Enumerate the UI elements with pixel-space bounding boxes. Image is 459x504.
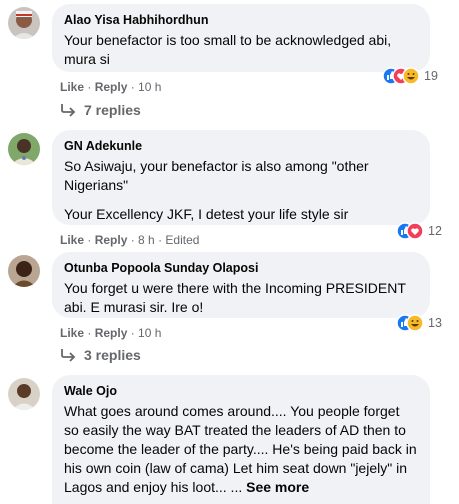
like-link[interactable]: Like — [60, 80, 84, 94]
view-replies-button[interactable]: 7 replies — [60, 102, 141, 118]
comment-text: Your benefactor is too small to be ackno… — [64, 32, 392, 67]
comment-author[interactable]: GN Adekunle — [64, 138, 418, 154]
comment-body: What goes around comes around.... You pe… — [64, 403, 417, 495]
timestamp[interactable]: 8 h — [138, 233, 155, 247]
avatar[interactable] — [8, 7, 40, 39]
edited-label[interactable]: Edited — [165, 233, 199, 247]
reply-arrow-icon — [61, 104, 76, 117]
reply-link[interactable]: Reply — [95, 233, 128, 247]
timestamp[interactable]: 10 h — [138, 80, 161, 94]
reply-arrow-icon — [61, 349, 76, 362]
avatar[interactable] — [8, 378, 40, 410]
comment-text: So Asiwaju, your benefactor is also amon… — [64, 158, 369, 193]
comment-bubble: Otunba Popoola Sunday Olaposi You forget… — [52, 252, 430, 318]
see-more-link[interactable]: See more — [246, 479, 309, 495]
timestamp[interactable]: 10 h — [138, 326, 161, 340]
reaction-count[interactable]: 12 — [396, 222, 442, 240]
reaction-icons — [396, 314, 424, 332]
reply-link[interactable]: Reply — [95, 326, 128, 340]
comment-bubble: Alao Yisa Habhihordhun Your benefactor i… — [52, 4, 430, 72]
view-replies-button[interactable]: 3 replies — [60, 347, 141, 363]
like-link[interactable]: Like — [60, 326, 84, 340]
comment-actions: Like · Reply · 8 h · Edited — [60, 233, 200, 247]
comment-text-paragraph: Your Excellency JKF, I detest your life … — [64, 206, 349, 222]
comment-text: What goes around comes around.... You pe… — [64, 402, 418, 497]
reaction-count[interactable]: 19 — [382, 67, 438, 85]
reaction-number: 13 — [428, 316, 442, 330]
comment-text: You forget u were there with the Incomin… — [64, 280, 406, 315]
reaction-icons — [396, 222, 424, 240]
comment-author[interactable]: Alao Yisa Habhihordhun — [64, 12, 418, 28]
reaction-icons — [382, 67, 420, 85]
comment-bubble: GN Adekunle So Asiwaju, your benefactor … — [52, 130, 430, 225]
avatar[interactable] — [8, 133, 40, 165]
replies-count: 7 replies — [84, 102, 141, 118]
reaction-count[interactable]: 13 — [396, 314, 442, 332]
comment-author[interactable]: Wale Ojo — [64, 383, 418, 399]
reaction-number: 12 — [428, 224, 442, 238]
comment-bubble: Wale Ojo What goes around comes around..… — [52, 375, 430, 504]
comment-actions: Like · Reply · 10 h — [60, 326, 162, 340]
comment-actions: Like · Reply · 10 h — [60, 80, 162, 94]
like-link[interactable]: Like — [60, 233, 84, 247]
replies-count: 3 replies — [84, 347, 141, 363]
reply-link[interactable]: Reply — [95, 80, 128, 94]
comment-author[interactable]: Otunba Popoola Sunday Olaposi — [64, 260, 418, 276]
reaction-number: 19 — [424, 69, 438, 83]
avatar[interactable] — [8, 255, 40, 287]
